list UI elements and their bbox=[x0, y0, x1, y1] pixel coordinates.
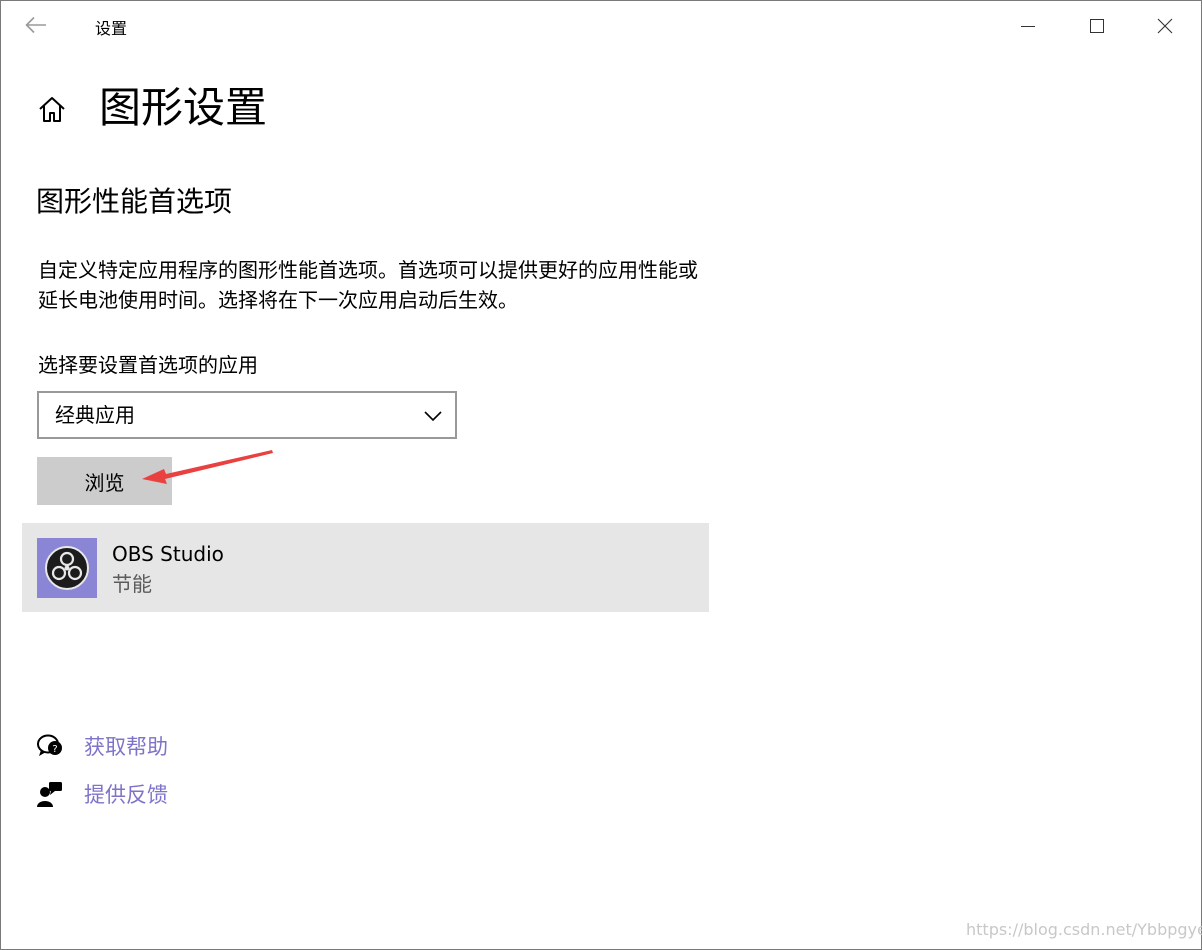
app-performance-mode: 节能 bbox=[112, 572, 152, 596]
app-type-label: 选择要设置首选项的应用 bbox=[38, 353, 258, 377]
obs-studio-icon bbox=[37, 538, 97, 598]
section-title: 图形性能首选项 bbox=[36, 185, 233, 218]
give-feedback-link[interactable]: 提供反馈 bbox=[36, 778, 168, 810]
help-chat-icon: ? bbox=[36, 732, 64, 760]
give-feedback-label: 提供反馈 bbox=[84, 783, 168, 807]
browse-button[interactable]: 浏览 bbox=[37, 457, 172, 505]
minimize-button[interactable] bbox=[1005, 8, 1051, 44]
close-icon bbox=[1157, 18, 1173, 34]
browse-button-label: 浏览 bbox=[84, 470, 125, 495]
app-type-selected-value: 经典应用 bbox=[55, 403, 135, 427]
maximize-icon bbox=[1090, 19, 1104, 33]
minimize-icon bbox=[1021, 26, 1035, 27]
list-item-app[interactable]: OBS Studio 节能 bbox=[22, 523, 709, 612]
feedback-person-icon bbox=[36, 780, 64, 808]
maximize-button[interactable] bbox=[1074, 8, 1120, 44]
section-description: 自定义特定应用程序的图形性能首选项。首选项可以提供更好的应用性能或延长电池使用时… bbox=[38, 258, 698, 312]
app-name: OBS Studio bbox=[112, 542, 224, 566]
page-title: 图形设置 bbox=[99, 83, 268, 132]
back-arrow-icon bbox=[25, 16, 46, 34]
home-button[interactable] bbox=[36, 94, 68, 126]
window-frame bbox=[0, 0, 1202, 950]
title-bar: 设置 bbox=[0, 0, 1202, 52]
back-button[interactable] bbox=[18, 10, 54, 40]
watermark: https://blog.csdn.net/Ybbpgyeee bbox=[966, 920, 1202, 939]
window-title: 设置 bbox=[95, 19, 128, 38]
get-help-link[interactable]: ? 获取帮助 bbox=[36, 730, 168, 762]
chevron-down-icon bbox=[424, 411, 442, 422]
close-button[interactable] bbox=[1142, 8, 1188, 44]
app-type-dropdown[interactable]: 经典应用 bbox=[37, 391, 457, 439]
home-icon bbox=[39, 97, 65, 122]
svg-text:?: ? bbox=[52, 744, 57, 755]
get-help-label: 获取帮助 bbox=[84, 735, 168, 759]
